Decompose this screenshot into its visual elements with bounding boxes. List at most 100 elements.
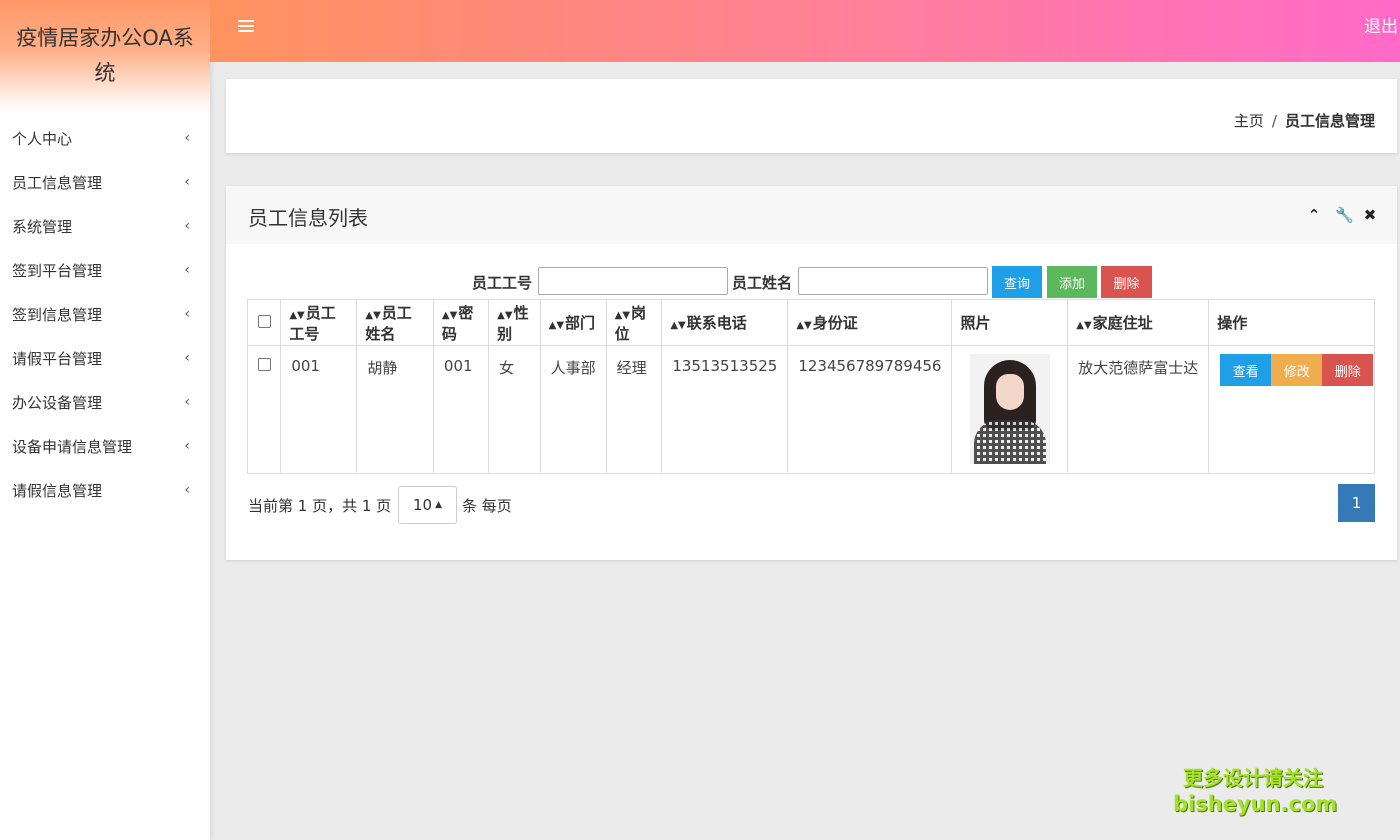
table-row: 001 胡静 001 女 人事部 经理 13513513525 12345678…: [246, 345, 1375, 474]
chevron-left-icon: ‹: [184, 438, 190, 454]
employee-name-label: 员工姓名: [732, 274, 793, 292]
cell-gender: 女: [488, 345, 541, 474]
top-header: 退出: [210, 0, 1400, 62]
sidebar-item-label: 请假平台管理: [12, 349, 103, 368]
column-header[interactable]: ▲▼部门: [539, 299, 607, 346]
page-size-select[interactable]: 10 ▲: [398, 486, 457, 524]
chevron-left-icon: ‹: [184, 218, 190, 234]
cell-employee-id: 001: [280, 345, 358, 474]
page-size-value: 10: [412, 496, 433, 514]
cell-password: 001: [432, 345, 490, 474]
sidebar-item-equipment-request[interactable]: 设备申请信息管理 ‹: [0, 424, 210, 468]
sort-icon: ▲▼: [441, 309, 458, 321]
sidebar-item-label: 个人中心: [12, 129, 73, 148]
column-header[interactable]: ▲▼员工姓名: [356, 299, 434, 346]
chevron-left-icon: ‹: [184, 394, 190, 410]
breadcrumb: 主页 / 员工信息管理: [1234, 110, 1375, 131]
column-header[interactable]: ▲▼密码: [432, 299, 490, 346]
delete-selected-button[interactable]: 删除: [1101, 266, 1152, 298]
sidebar-item-office-equipment[interactable]: 办公设备管理 ‹: [0, 380, 210, 424]
column-header[interactable]: ▲▼联系电话: [661, 299, 789, 346]
sidebar-item-personal-center[interactable]: 个人中心 ‹: [0, 116, 210, 160]
row-select-cell: [246, 345, 282, 474]
panel-header: 员工信息列表 ⌃ 🔧 ✖: [226, 186, 1397, 244]
employee-table: ▲▼员工工号 ▲▼员工姓名 ▲▼密码 ▲▼性别 ▲▼部门 ▲▼岗位 ▲▼联系电话…: [246, 299, 1375, 474]
cell-id-card: 123456789789456: [787, 345, 953, 474]
cell-address: 放大范德萨富士达: [1067, 345, 1210, 474]
sidebar-item-checkin-platform[interactable]: 签到平台管理 ‹: [0, 248, 210, 292]
view-button[interactable]: 查看: [1220, 354, 1272, 386]
column-header[interactable]: ▲▼性别: [488, 299, 541, 346]
cell-photo: [951, 345, 1069, 474]
pagination-info: 当前第 1 页，共 1 页: [248, 497, 392, 515]
row-actions: 查看 修改 删除: [1220, 354, 1374, 386]
sort-icon: ▲▼: [548, 320, 565, 331]
column-header: 照片: [951, 299, 1069, 346]
sidebar-item-employee-info[interactable]: 员工信息管理 ‹: [0, 160, 210, 204]
chevron-left-icon: ‹: [184, 130, 190, 146]
chevron-left-icon: ‹: [184, 262, 190, 278]
add-button[interactable]: 添加: [1047, 266, 1097, 298]
cell-actions: 查看 修改 删除: [1208, 345, 1375, 474]
cell-phone: 13513513525: [661, 345, 789, 474]
cell-position: 经理: [605, 345, 663, 474]
employee-name-input[interactable]: [798, 267, 988, 295]
column-header[interactable]: ▲▼身份证: [787, 299, 953, 346]
cell-employee-name: 胡静: [356, 345, 434, 474]
caret-up-icon: ▲: [435, 500, 442, 510]
watermark-line1: 更多设计请关注: [1183, 766, 1323, 790]
select-all-cell: [246, 299, 282, 346]
sidebar-item-label: 签到平台管理: [12, 261, 103, 280]
employee-list-panel: 员工信息列表 ⌃ 🔧 ✖ 员工工号 员工姓名 查询 添加 删除 ▲▼员工工号 ▲…: [226, 186, 1397, 560]
breadcrumb-current: 员工信息管理: [1284, 112, 1375, 130]
sidebar-item-label: 设备申请信息管理: [12, 437, 133, 456]
sidebar: 疫情居家办公OA系统 个人中心 ‹ 员工信息管理 ‹ 系统管理 ‹ 签到平台管理 ‹ 签…: [0, 0, 210, 840]
page-button-1[interactable]: 1: [1338, 484, 1375, 522]
collapse-icon[interactable]: ⌃: [1307, 206, 1321, 224]
sidebar-item-label: 系统管理: [12, 217, 73, 236]
sort-icon: ▲▼: [1076, 320, 1092, 331]
sidebar-item-label: 员工信息管理: [12, 173, 103, 192]
column-header[interactable]: ▲▼员工工号: [280, 299, 358, 346]
chevron-left-icon: ‹: [184, 306, 190, 322]
column-header[interactable]: ▲▼家庭住址: [1067, 299, 1210, 346]
sort-icon: ▲▼: [670, 320, 686, 331]
sidebar-item-label: 签到信息管理: [12, 305, 103, 324]
employee-id-input[interactable]: [538, 267, 728, 295]
cell-department: 人事部: [539, 345, 607, 474]
search-bar: 员工工号 员工姓名 查询 添加 删除: [226, 266, 1397, 298]
sort-icon: ▲▼: [497, 309, 513, 321]
query-button[interactable]: 查询: [992, 266, 1042, 298]
delete-button[interactable]: 删除: [1322, 354, 1374, 386]
close-icon[interactable]: ✖: [1363, 206, 1377, 224]
sidebar-item-label: 请假信息管理: [12, 481, 103, 500]
column-header[interactable]: ▲▼岗位: [605, 299, 663, 346]
chevron-left-icon: ‹: [184, 350, 190, 366]
panel-title: 员工信息列表: [248, 206, 368, 230]
table-header-row: ▲▼员工工号 ▲▼员工姓名 ▲▼密码 ▲▼性别 ▲▼部门 ▲▼岗位 ▲▼联系电话…: [246, 299, 1375, 346]
panel-tools: ⌃ 🔧 ✖: [1307, 206, 1377, 224]
watermark: 更多设计请关注 bisheyun.com: [1173, 765, 1338, 817]
select-all-checkbox[interactable]: [257, 314, 271, 328]
row-checkbox[interactable]: [257, 358, 271, 371]
sidebar-item-leave-platform[interactable]: 请假平台管理 ‹: [0, 336, 210, 380]
sidebar-item-label: 办公设备管理: [12, 393, 103, 412]
chevron-left-icon: ‹: [184, 482, 190, 498]
sort-icon: ▲▼: [289, 309, 305, 321]
sidebar-item-leave-info[interactable]: 请假信息管理 ‹: [0, 468, 210, 512]
watermark-line2: bisheyun.com: [1173, 792, 1338, 816]
employee-photo: [969, 354, 1050, 464]
sort-icon: ▲▼: [614, 309, 631, 321]
menu-toggle-icon[interactable]: [238, 20, 254, 36]
logout-button[interactable]: 退出: [1364, 12, 1398, 37]
sidebar-item-checkin-info[interactable]: 签到信息管理 ‹: [0, 292, 210, 336]
per-page-label: 条 每页: [462, 497, 512, 515]
sort-icon: ▲▼: [796, 320, 812, 331]
wrench-icon[interactable]: 🔧: [1335, 206, 1354, 224]
breadcrumb-home-link[interactable]: 主页: [1234, 112, 1264, 130]
edit-button[interactable]: 修改: [1271, 354, 1323, 386]
sidebar-item-system[interactable]: 系统管理 ‹: [0, 204, 210, 248]
app-title: 疫情居家办公OA系统: [0, 0, 210, 112]
chevron-left-icon: ‹: [184, 174, 190, 190]
employee-id-label: 员工工号: [472, 274, 533, 292]
